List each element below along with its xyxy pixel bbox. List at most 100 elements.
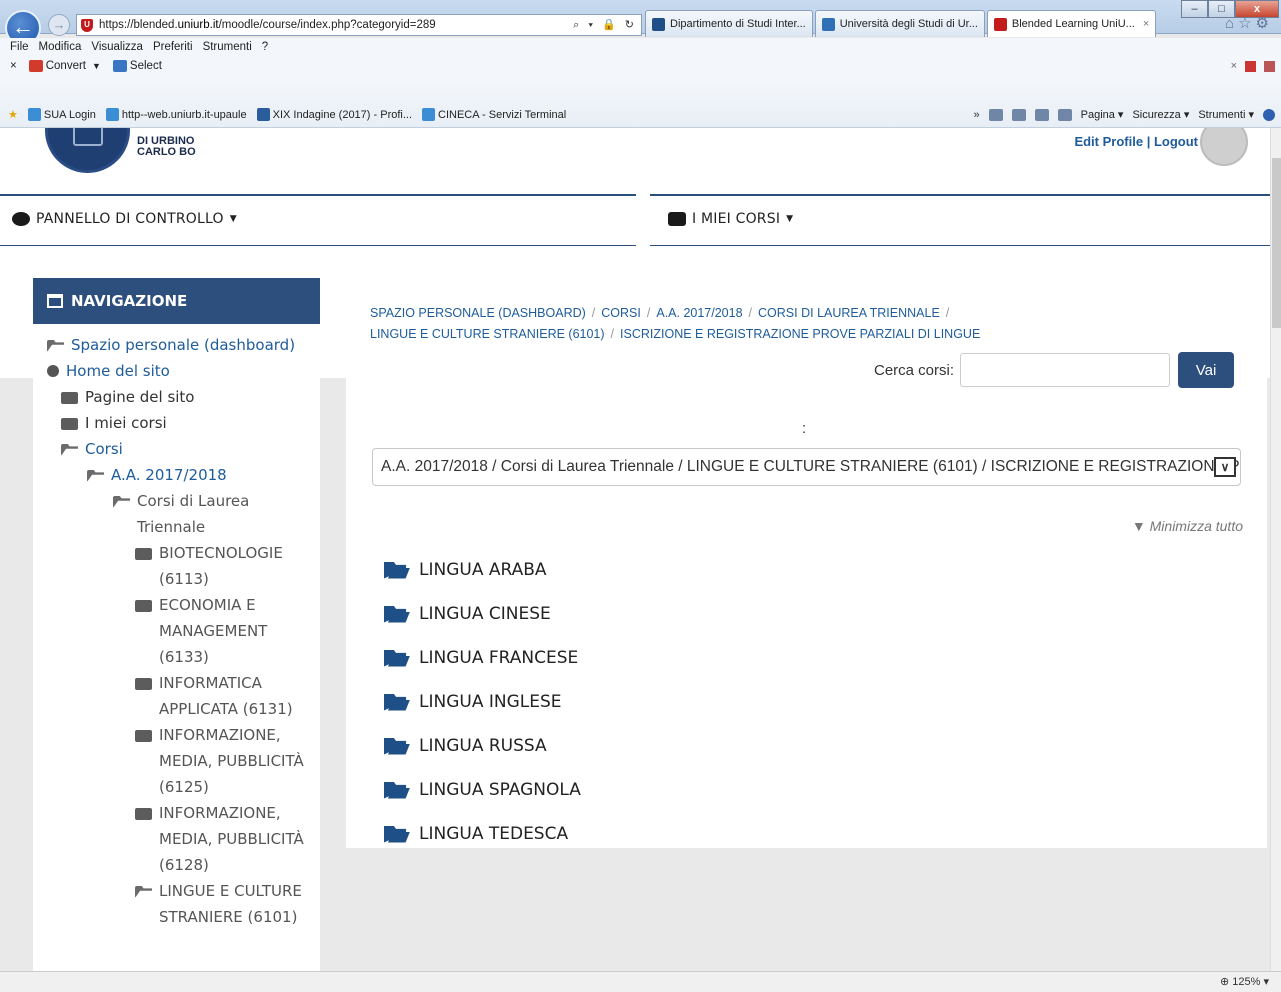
breadcrumb: SPAZIO PERSONALE (DASHBOARD) / CORSI / A.A. … [370,303,1250,345]
browser-tab[interactable]: Università degli Studi di Ur... [814,10,985,37]
avatar[interactable] [1200,128,1248,166]
browser-tab[interactable]: Dipartimento di Studi Inter... [645,10,813,37]
home-icon[interactable]: ⌂ [1225,15,1238,32]
nav-tree-item[interactable]: INFORMATICA APPLICATA (6131) [33,670,320,722]
course-category[interactable]: LINGUA ARABA [384,548,581,592]
nav-tree-item[interactable]: Home del sito [33,358,320,384]
nav-tree-label: I miei corsi [85,414,167,432]
minimize-all-link[interactable]: ▼ Minimizza tutto [1132,518,1243,534]
course-category-label[interactable]: LINGUA FRANCESE [419,648,578,668]
course-category-label[interactable]: LINGUA RUSSA [419,736,547,756]
dashboard-menu[interactable]: PANNELLO DI CONTROLLO ▼ [12,211,237,227]
favorites-star-icon[interactable]: ★ [8,108,18,121]
course-category[interactable]: LINGUA SPAGNOLA [384,768,581,812]
command-menu-item[interactable]: Strumenti ▾ [1198,108,1254,121]
zoom-control[interactable]: ⊕ 125% ▾ [1220,975,1269,988]
menu-item[interactable]: Visualizza [91,41,143,53]
print-icon[interactable] [1057,108,1072,121]
home-icon[interactable] [988,108,1003,121]
nav-tree-item[interactable]: Corsi di Laurea Triennale [33,488,320,540]
favorite-link[interactable]: SUA Login [27,108,96,121]
toolbar-close-icon[interactable]: × [1231,60,1237,72]
help-icon[interactable] [1263,108,1275,121]
favorite-link[interactable]: XIX Indagine (2017) - Profi... [256,108,412,121]
feeds-icon[interactable] [1011,108,1026,121]
pdf-icon[interactable] [1245,60,1256,72]
browser-tab[interactable]: Blended Learning UniU... × [986,10,1157,37]
category-select-value: A.A. 2017/2018 / Corsi di Laurea Trienna… [381,458,1240,475]
favorite-link[interactable]: CINECA - Servizi Terminal [422,108,566,121]
minimize-window-button[interactable]: – [1181,0,1208,18]
favorite-link[interactable]: http--web.uniurb.it-upaule [105,108,247,121]
page-scrollbar[interactable] [1270,128,1281,971]
toolbar-close-button[interactable]: × [10,60,17,72]
course-category-label[interactable]: LINGUA CINESE [419,604,551,624]
nav-tree-item[interactable]: A.A. 2017/2018 [33,462,320,488]
menu-item[interactable]: ? [262,41,268,53]
menu-item[interactable]: Strumenti [203,41,252,53]
my-courses-menu[interactable]: I MIEI CORSI ▼ [668,211,793,227]
nav-tree-item[interactable]: INFORMAZIONE, MEDIA, PUBBLICITÀ (6128) [33,800,320,878]
breadcrumb-link[interactable]: A.A. 2017/2018 [656,306,742,320]
nav-tree-item[interactable]: Pagine del sito [33,384,320,410]
edit-profile-link[interactable]: Edit Profile [1074,134,1143,149]
breadcrumb-link[interactable]: CORSI [601,306,641,320]
breadcrumb-link[interactable]: SPAZIO PERSONALE (DASHBOARD) [370,306,586,320]
browser-right-icons[interactable]: ⌂☆⚙ [1225,14,1273,32]
select-icon [112,60,127,72]
course-category[interactable]: LINGUA CINESE [384,592,581,636]
circle-icon [47,365,59,377]
course-category[interactable]: LINGUA INGLESE [384,680,581,724]
forward-button[interactable]: → [48,14,70,36]
navigation-header[interactable]: NAVIGAZIONE [33,278,320,324]
search-button[interactable]: Vai [1178,352,1235,388]
address-bar[interactable]: U https://blended.uniurb.it/moodle/cours… [76,14,642,36]
select-button[interactable]: Select [112,60,162,72]
nav-tree-item[interactable]: Corsi [33,436,320,462]
breadcrumb-link[interactable]: ISCRIZIONE E REGISTRAZIONE PROVE PARZIAL… [620,327,980,341]
nav-tree-item[interactable]: ECONOMIA E MANAGEMENT (6133) [33,592,320,670]
nav-tree-item[interactable]: Spazio personale (dashboard) [33,332,320,358]
web-page: DI URBINO CARLO BO Edit Profile | Logout… [0,128,1270,971]
nav-tree-label: INFORMATICA APPLICATA (6131) [159,674,293,718]
course-category-label[interactable]: LINGUA SPAGNOLA [419,780,581,800]
nav-tree-item[interactable]: I miei corsi [33,410,320,436]
mail-icon[interactable] [1034,108,1049,121]
folder-icon [135,600,152,612]
menu-item[interactable]: Preferiti [153,41,193,53]
breadcrumb-link[interactable]: LINGUE E CULTURE STRANIERE (6101) [370,327,605,341]
chevron-down-icon[interactable]: ∨ [1214,457,1236,477]
pdf-convert-icon[interactable] [1264,60,1275,72]
course-category[interactable]: LINGUA RUSSA [384,724,581,768]
nav-tree-label: Pagine del sito [85,388,195,406]
university-logo[interactable] [45,128,130,173]
favorites-star-icon[interactable]: ☆ [1238,15,1255,32]
course-category[interactable]: LINGUA TEDESCA [384,812,581,856]
folder-open-icon [47,340,64,352]
convert-button[interactable]: Convert ▼ [28,60,101,72]
course-category-label[interactable]: LINGUA TEDESCA [419,824,568,844]
command-menu-item[interactable]: Sicurezza ▾ [1132,108,1189,121]
address-tools[interactable]: ⌕ ▾ 🔒 ↻ [573,18,637,32]
course-category[interactable]: LINGUA FRANCESE [384,636,581,680]
logout-link[interactable]: Logout [1154,134,1198,149]
nav-tree-item[interactable]: LINGUE E CULTURE STRANIERE (6101) [33,878,320,930]
category-select[interactable]: A.A. 2017/2018 / Corsi di Laurea Trienna… [372,448,1241,486]
breadcrumb-link[interactable]: CORSI DI LAUREA TRIENNALE [758,306,940,320]
nav-tree-item[interactable]: BIOTECNOLOGIE (6113) [33,540,320,592]
navigation-block: NAVIGAZIONE Spazio personale (dashboard)… [33,278,320,971]
command-menu-item[interactable]: Pagina ▾ [1081,108,1124,121]
menu-item[interactable]: Modifica [39,41,82,53]
folder-icon [135,808,152,820]
course-category-label[interactable]: LINGUA INGLESE [419,692,562,712]
category-list: LINGUA ARABA LINGUA CINESE LINGUA FRANCESE… [384,548,581,856]
url-text[interactable]: https://blended.uniurb.it/moodle/course/… [99,19,436,31]
menu-item[interactable]: File [10,41,29,53]
search-input[interactable] [960,353,1171,387]
settings-gear-icon[interactable]: ⚙ [1256,15,1273,32]
more-favorites-button[interactable]: » [974,109,980,121]
nav-tree-item[interactable]: INFORMAZIONE, MEDIA, PUBBLICITÀ (6125) [33,722,320,800]
tab-close-icon[interactable]: × [1143,18,1149,30]
scrollbar-thumb[interactable] [1272,158,1281,328]
course-category-label[interactable]: LINGUA ARABA [419,560,547,580]
